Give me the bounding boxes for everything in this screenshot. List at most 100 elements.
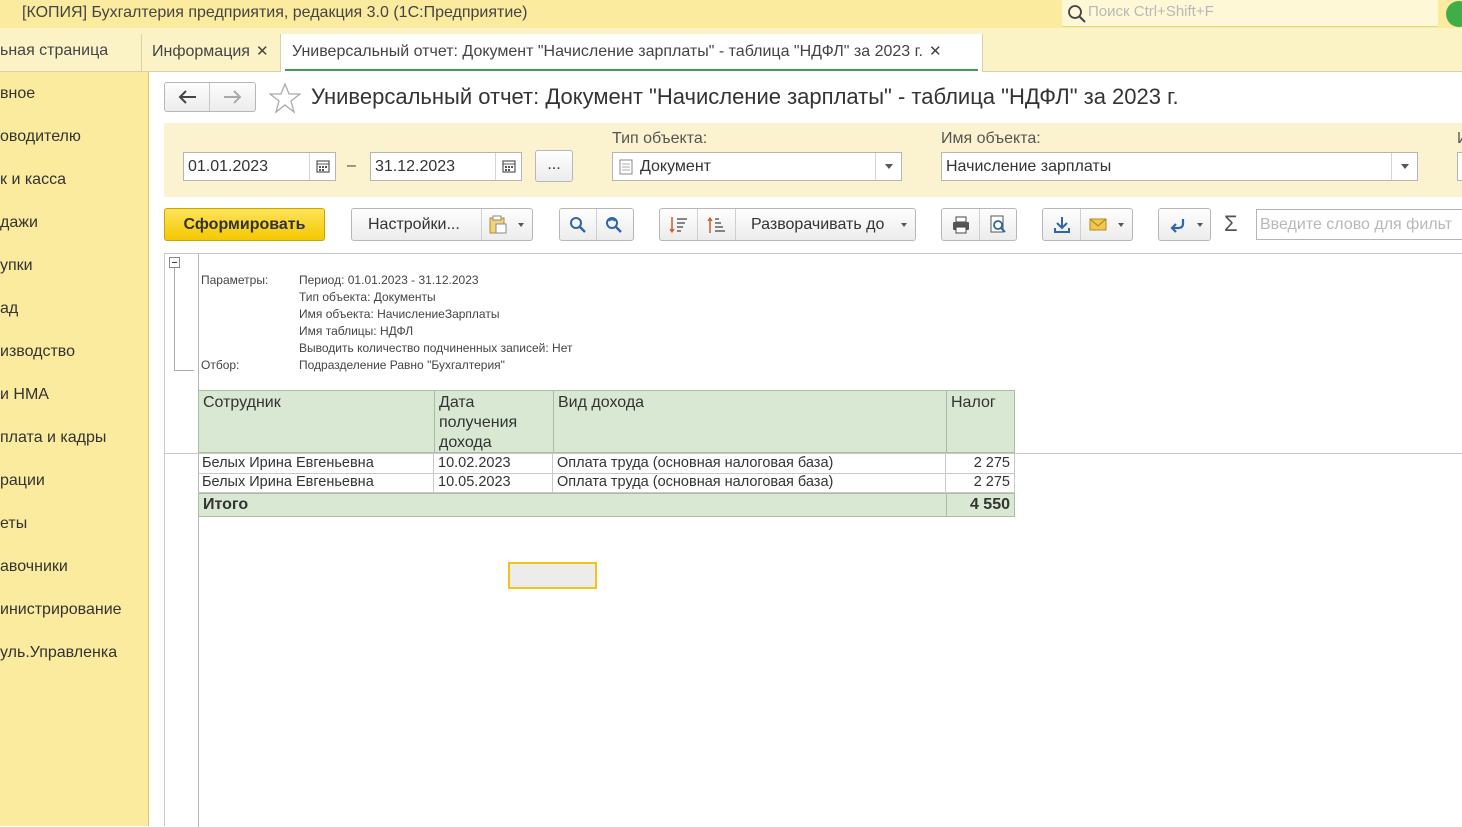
sidebar-item-director[interactable]: оводителю bbox=[0, 128, 81, 146]
date-separator: – bbox=[347, 157, 356, 174]
tab-label: ьная страница bbox=[0, 42, 109, 59]
date-from-value: 01.01.2023 bbox=[188, 158, 269, 175]
active-tab-indicator bbox=[285, 69, 978, 71]
tab-label: Универсальный отчет: Документ "Начислени… bbox=[292, 43, 923, 60]
save-button[interactable] bbox=[1043, 209, 1081, 240]
param-line: Имя объекта: НачислениеЗарплаты bbox=[299, 307, 500, 321]
table-name-label: И bbox=[1457, 130, 1462, 148]
total-row[interactable]: Итого 4 550 bbox=[198, 493, 1015, 517]
forward-button[interactable] bbox=[211, 83, 256, 111]
print-preview-button[interactable] bbox=[980, 209, 1016, 240]
object-name-value: Начисление зарплаты bbox=[946, 158, 1112, 175]
date-from-field[interactable]: 01.01.2023 bbox=[183, 152, 336, 181]
sidebar-item-administration[interactable]: инистрирование bbox=[0, 601, 122, 619]
search-placeholder: Поиск Ctrl+Shift+F bbox=[1088, 3, 1214, 20]
find-button[interactable] bbox=[560, 209, 597, 240]
table-name-select[interactable] bbox=[1457, 152, 1462, 181]
expand-all-button[interactable] bbox=[698, 209, 736, 240]
sidebar-item-production[interactable]: изводство bbox=[0, 343, 75, 361]
report-form: Универсальный отчет: Документ "Начислени… bbox=[150, 72, 1462, 827]
date-to-field[interactable]: 31.12.2023 bbox=[370, 152, 522, 181]
filter-value: Подразделение Равно "Бухгалтерия" bbox=[299, 358, 505, 372]
sidebar-item-sales[interactable]: дажи bbox=[0, 214, 38, 232]
printer-icon bbox=[953, 216, 969, 234]
sidebar-item-reports[interactable]: еты bbox=[0, 515, 27, 533]
object-type-label: Тип объекта: bbox=[612, 130, 708, 147]
column-header-employee: Сотрудник bbox=[199, 391, 435, 452]
back-button[interactable] bbox=[165, 83, 210, 111]
tab-universal-report[interactable]: Универсальный отчет: Документ "Начислени… bbox=[280, 34, 983, 72]
sidebar-item-fixed-assets[interactable]: и НМА bbox=[0, 386, 49, 404]
sidebar-item-bank-cash[interactable]: к и касса bbox=[0, 171, 66, 189]
column-header-tax: Налог bbox=[951, 394, 996, 411]
selected-cell[interactable] bbox=[508, 562, 597, 589]
sidebar-item-warehouse[interactable]: ад bbox=[0, 300, 18, 318]
object-type-value: Документ bbox=[640, 158, 711, 175]
object-type-select[interactable]: Документ bbox=[612, 152, 902, 181]
more-actions-button[interactable] bbox=[1158, 208, 1211, 241]
tab-home[interactable]: ьная страница bbox=[0, 34, 139, 72]
sidebar-item-main[interactable]: вное bbox=[0, 85, 35, 103]
magnifier-icon bbox=[570, 217, 586, 233]
global-search-input[interactable]: Поиск Ctrl+Shift+F bbox=[1062, 0, 1438, 27]
total-value: 4 550 bbox=[969, 496, 1010, 513]
object-name-select[interactable]: Начисление зарплаты bbox=[941, 152, 1418, 181]
param-line: Период: 01.01.2023 - 31.12.2023 bbox=[299, 273, 479, 287]
window-title: [КОПИЯ] Бухгалтерия предприятия, редакци… bbox=[22, 4, 528, 21]
send-email-button[interactable] bbox=[1081, 209, 1132, 240]
navigation-buttons bbox=[164, 82, 256, 112]
table-row[interactable]: Белых Ирина Евгеньевна 10.02.2023 Оплата… bbox=[198, 454, 1015, 474]
chevron-down-icon bbox=[1197, 223, 1203, 227]
sum-icon[interactable]: Σ bbox=[1224, 211, 1238, 237]
chevron-down-icon[interactable] bbox=[875, 153, 901, 180]
collapse-group-icon[interactable] bbox=[169, 257, 180, 268]
refresh-search-icon bbox=[606, 217, 622, 233]
arrow-left-icon bbox=[178, 90, 196, 104]
grouping-button-group: Разворачивать до bbox=[659, 208, 916, 241]
table-header: Сотрудник Дата получения дохода Вид дохо… bbox=[198, 390, 1015, 453]
column-header-income-type: Вид дохода bbox=[554, 391, 947, 452]
calendar-icon[interactable] bbox=[309, 153, 335, 180]
sidebar-item-management[interactable]: уль.Управленка bbox=[0, 644, 117, 662]
table-row[interactable]: Белых Ирина Евгеньевна 10.05.2023 Оплата… bbox=[198, 473, 1015, 493]
close-icon[interactable]: ✕ bbox=[256, 43, 269, 60]
close-icon[interactable]: ✕ bbox=[929, 43, 942, 60]
find-next-button[interactable] bbox=[597, 209, 633, 240]
export-button-group bbox=[1042, 208, 1133, 241]
column-header-income-date: Дата получения дохода bbox=[435, 391, 554, 452]
settings-button[interactable]: Настройки... bbox=[352, 209, 482, 240]
param-line: Имя таблицы: НДФЛ bbox=[299, 324, 414, 338]
collapse-groups-icon bbox=[669, 217, 687, 234]
filter-label: Отбор: bbox=[201, 358, 240, 372]
variants-button[interactable] bbox=[482, 209, 532, 240]
cell-employee: Белых Ирина Евгеньевна bbox=[198, 454, 434, 473]
report-spreadsheet[interactable]: Параметры: Период: 01.01.2023 - 31.12.20… bbox=[164, 253, 1462, 827]
chevron-down-icon[interactable] bbox=[1391, 153, 1417, 180]
collapse-all-button[interactable] bbox=[660, 209, 698, 240]
expand-groups-icon bbox=[707, 216, 725, 233]
filter-search-input[interactable]: Введите слово для фильт bbox=[1256, 209, 1462, 240]
tab-label: Информация bbox=[152, 43, 250, 60]
total-label: Итого bbox=[199, 494, 947, 516]
user-status-icon[interactable] bbox=[1446, 1, 1462, 27]
sidebar-item-salary-hr[interactable]: плата и кадры bbox=[0, 429, 106, 447]
settings-button-group: Настройки... bbox=[351, 208, 533, 241]
sidebar-item-operations[interactable]: рации bbox=[0, 472, 45, 490]
period-select-button[interactable]: ... bbox=[535, 150, 573, 182]
search-button-group bbox=[559, 208, 634, 241]
sidebar-item-purchases[interactable]: упки bbox=[0, 257, 33, 275]
cell-income-type: Оплата труда (основная налоговая база) bbox=[553, 454, 946, 473]
page-title: Универсальный отчет: Документ "Начислени… bbox=[311, 84, 1179, 109]
sidebar-item-catalogs[interactable]: авочники bbox=[0, 558, 68, 576]
cell-income-type: Оплата труда (основная налоговая база) bbox=[553, 473, 946, 492]
star-icon[interactable] bbox=[269, 82, 301, 114]
calendar-icon[interactable] bbox=[495, 153, 521, 180]
print-button[interactable] bbox=[942, 209, 980, 240]
report-variants-icon bbox=[489, 215, 507, 234]
tab-information[interactable]: Информация ✕ bbox=[141, 34, 278, 72]
chevron-down-icon bbox=[901, 223, 907, 227]
expand-to-dropdown[interactable]: Разворачивать до bbox=[736, 209, 915, 240]
sections-sidebar: вное оводителю к и касса дажи упки ад из… bbox=[0, 72, 149, 826]
settings-label: Настройки... bbox=[368, 216, 460, 233]
generate-button[interactable]: Сформировать bbox=[164, 208, 325, 241]
